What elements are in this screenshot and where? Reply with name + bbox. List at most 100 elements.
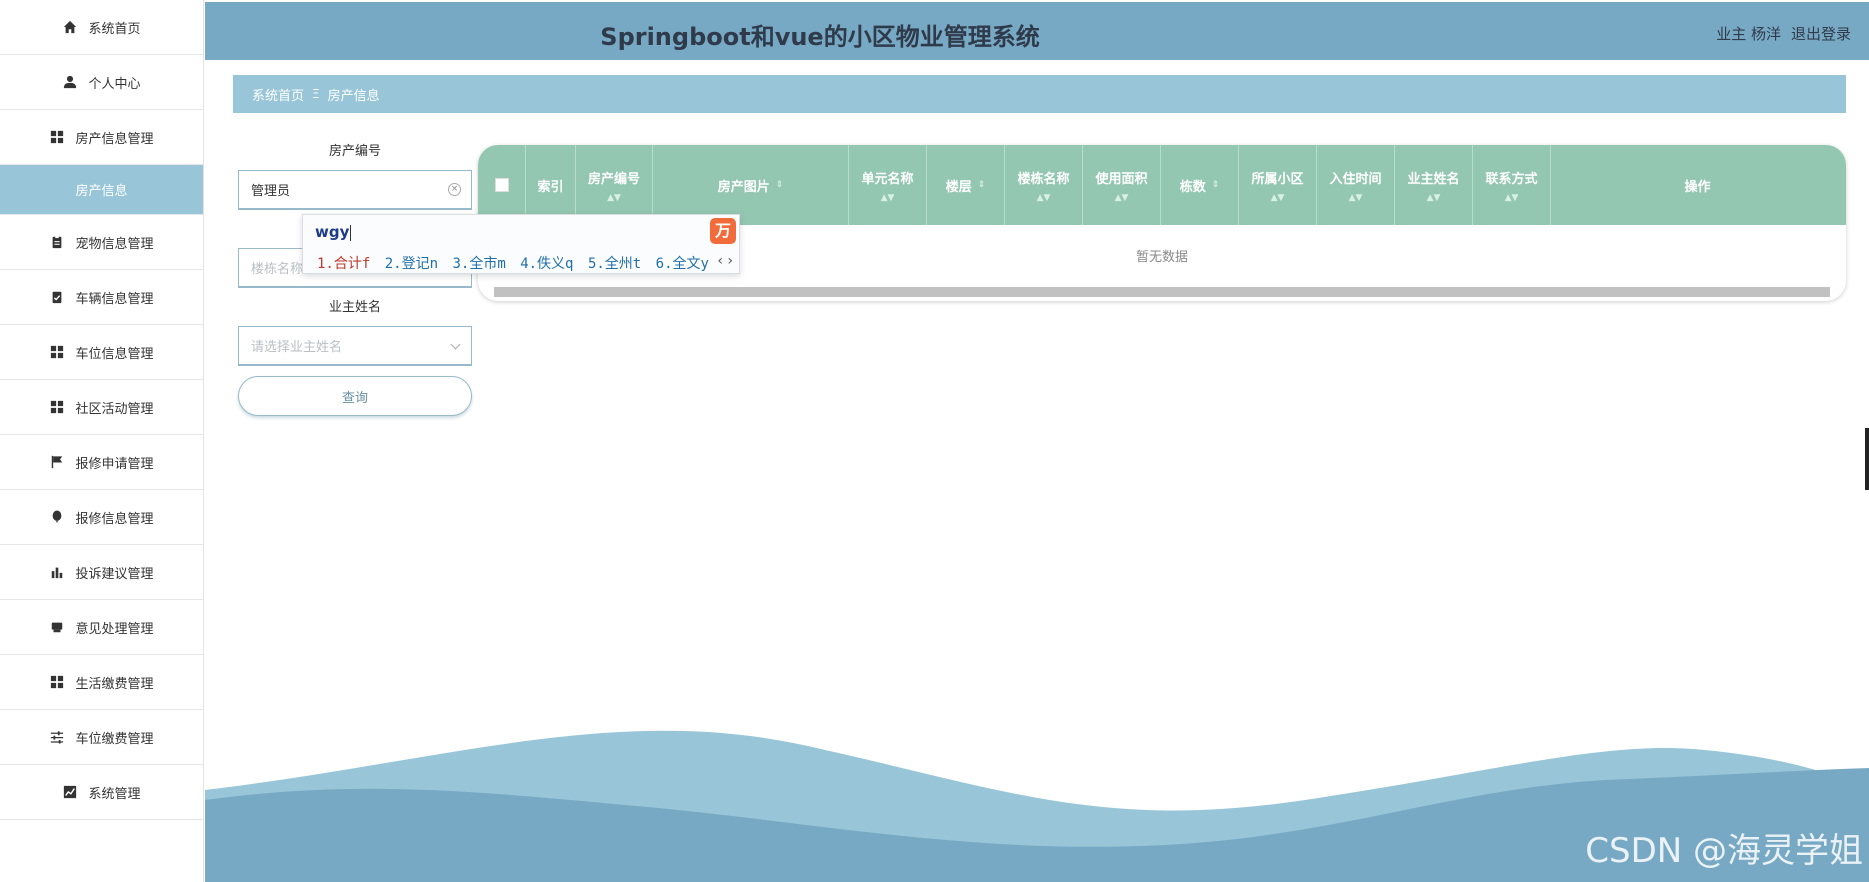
owner-name-select[interactable]: 请选择业主姓名 [238,326,472,366]
select-all-checkbox[interactable] [494,178,509,192]
column-header-label: 单元名称 [861,171,914,187]
column-header-building-count[interactable]: 栋数 ⇕ [1161,145,1239,225]
column-header-house-no[interactable]: 房产编号 ▲▼ [576,145,653,225]
sidebar-item-repair-info[interactable]: 报修信息管理 [0,490,203,545]
sidebar-item-label: 生活缴费管理 [75,676,154,692]
column-header-index: 索引 [526,145,576,225]
sidebar-item-system[interactable]: 系统管理 [0,765,203,820]
column-header-unit-name[interactable]: 单元名称 ▲▼ [849,145,927,225]
ime-page-nav[interactable]: ‹ › [717,253,733,269]
sidebar-item-label: 车位信息管理 [75,346,154,362]
sort-icon[interactable]: ▲▼ [1115,193,1129,203]
user-area: 业主 杨洋 退出登录 [1706,23,1851,44]
query-button[interactable]: 查询 [238,376,472,416]
sort-icon[interactable]: ▲▼ [1349,193,1363,203]
column-header-label: 使用面积 [1095,171,1148,187]
sort-icon[interactable]: ⇕ [978,180,986,190]
sort-icon[interactable]: ▲▼ [1037,193,1051,203]
column-header-label: 楼栋名称 [1017,171,1070,187]
ime-candidate[interactable]: 5.全州t [588,256,641,272]
sidebar-item-home[interactable]: 系统首页 [0,0,203,55]
clear-icon[interactable]: × [448,183,461,196]
sidebar-item-feedback[interactable]: 意见处理管理 [0,600,203,655]
logout-link[interactable]: 退出登录 [1791,25,1851,43]
app-title: Springboot和vue的小区物业管理系统 [600,23,1040,51]
sort-icon[interactable]: ⇕ [776,180,784,190]
column-header-building-name[interactable]: 楼栋名称 ▲▼ [1005,145,1083,225]
sidebar-item-living-payment[interactable]: 生活缴费管理 [0,655,203,710]
sidebar-item-property-info[interactable]: 房产信息 [0,165,203,215]
ime-candidate[interactable]: 6.全文y [656,256,709,272]
column-header-usable-area[interactable]: 使用面积 ▲▼ [1083,145,1161,225]
sort-icon[interactable]: ⇕ [1212,180,1220,190]
house-no-input[interactable]: 管理员 × [238,170,472,210]
column-header-label: 楼层 [945,179,972,195]
sidebar-item-complaint[interactable]: 投诉建议管理 [0,545,203,600]
ime-candidate[interactable]: 3.全市m [452,256,505,272]
clipboard-icon [49,234,65,250]
ime-candidate[interactable]: 4.佚义q [520,256,573,272]
ime-candidate[interactable]: 1.合计f [317,256,370,272]
user-icon [62,74,78,90]
sidebar-item-label: 房产信息管理 [75,131,154,147]
table-header: 索引 房产编号 ▲▼ 房产图片 ⇕ 单元名称 ▲▼ 楼层 ⇕ 楼栋名称 ▲▼ 使用面积 ▲▼… [478,145,1846,225]
sidebar-item-label: 社区活动管理 [75,401,154,417]
ime-candidate[interactable]: 2.登记n [385,256,438,272]
column-header-community[interactable]: 所属小区 ▲▼ [1239,145,1317,225]
column-header-label: 索引 [537,179,564,195]
column-header-owner-name[interactable]: 业主姓名 ▲▼ [1395,145,1473,225]
column-header-move-in-time[interactable]: 入住时间 ▲▼ [1317,145,1395,225]
sidebar-item-repair-request[interactable]: 报修申请管理 [0,435,203,490]
column-header-floor[interactable]: 楼层 ⇕ [927,145,1005,225]
sidebar-item-label: 房产信息 [75,184,128,199]
sidebar-item-community-activity[interactable]: 社区活动管理 [0,380,203,435]
sidebar-item-label: 投诉建议管理 [75,566,154,582]
ime-candidates: 1.合计f 2.登记n 3.全市m 4.佚义q 5.全州t 6.全文y [317,253,715,273]
line-chart-icon [62,784,78,800]
chevron-down-icon [450,339,461,350]
sidebar-item-parking-management[interactable]: 车位信息管理 [0,325,203,380]
grid-icon [49,344,65,360]
sidebar-item-parking-payment[interactable]: 车位缴费管理 [0,710,203,765]
sort-icon[interactable]: ▲▼ [1427,193,1441,203]
grid-icon [49,129,65,145]
column-header-label: 房产编号 [587,171,640,187]
grid-icon [49,399,65,415]
home-icon [62,19,78,35]
select-all-checkbox-cell [478,145,526,225]
sidebar-item-profile[interactable]: 个人中心 [0,55,203,110]
column-header-label: 业主姓名 [1407,171,1460,187]
breadcrumb-current: 房产信息 [327,88,380,104]
sidebar-item-label: 个人中心 [88,76,141,92]
flag-icon [49,454,65,470]
breadcrumb-home[interactable]: 系统首页 [252,85,304,104]
sidebar-item-label: 报修信息管理 [75,511,154,527]
column-header-label: 所属小区 [1251,171,1304,187]
sort-icon[interactable]: ▲▼ [881,193,895,203]
edge-scroll-handle[interactable] [1865,428,1869,490]
sidebar-item-label: 系统管理 [88,786,141,802]
clipboard-check-icon [49,289,65,305]
sidebar-item-vehicle-management[interactable]: 车辆信息管理 [0,270,203,325]
house-no-value: 管理员 [251,184,291,199]
sort-icon[interactable]: ▲▼ [607,193,621,203]
horizontal-scrollbar[interactable] [494,287,1830,297]
text-caret [350,224,352,241]
owner-name-label: 业主姓名 [328,300,381,315]
column-header-house-image[interactable]: 房产图片 ⇕ [653,145,849,225]
ime-composition: wgy [315,223,352,241]
owner-name-placeholder: 请选择业主姓名 [251,340,343,355]
sidebar-item-property-management[interactable]: 房产信息管理 [0,110,203,165]
sidebar-item-pet-management[interactable]: 宠物信息管理 [0,215,203,270]
sidebar-item-label: 系统首页 [88,21,141,37]
bar-chart-icon [49,564,65,580]
sidebar-item-label: 报修申请管理 [75,456,154,472]
balloon-icon [49,509,65,525]
breadcrumb: 系统首页 Ξ 房产信息 [233,75,1846,113]
search-panel: 房产编号 管理员 × 楼栋名称 业主姓名 请选择业主姓名 查询 [238,140,472,416]
sort-icon[interactable]: ▲▼ [1271,193,1285,203]
printer-icon [49,619,65,635]
column-header-contact[interactable]: 联系方式 ▲▼ [1473,145,1551,225]
sort-icon[interactable]: ▲▼ [1505,193,1519,203]
grid-icon [49,674,65,690]
